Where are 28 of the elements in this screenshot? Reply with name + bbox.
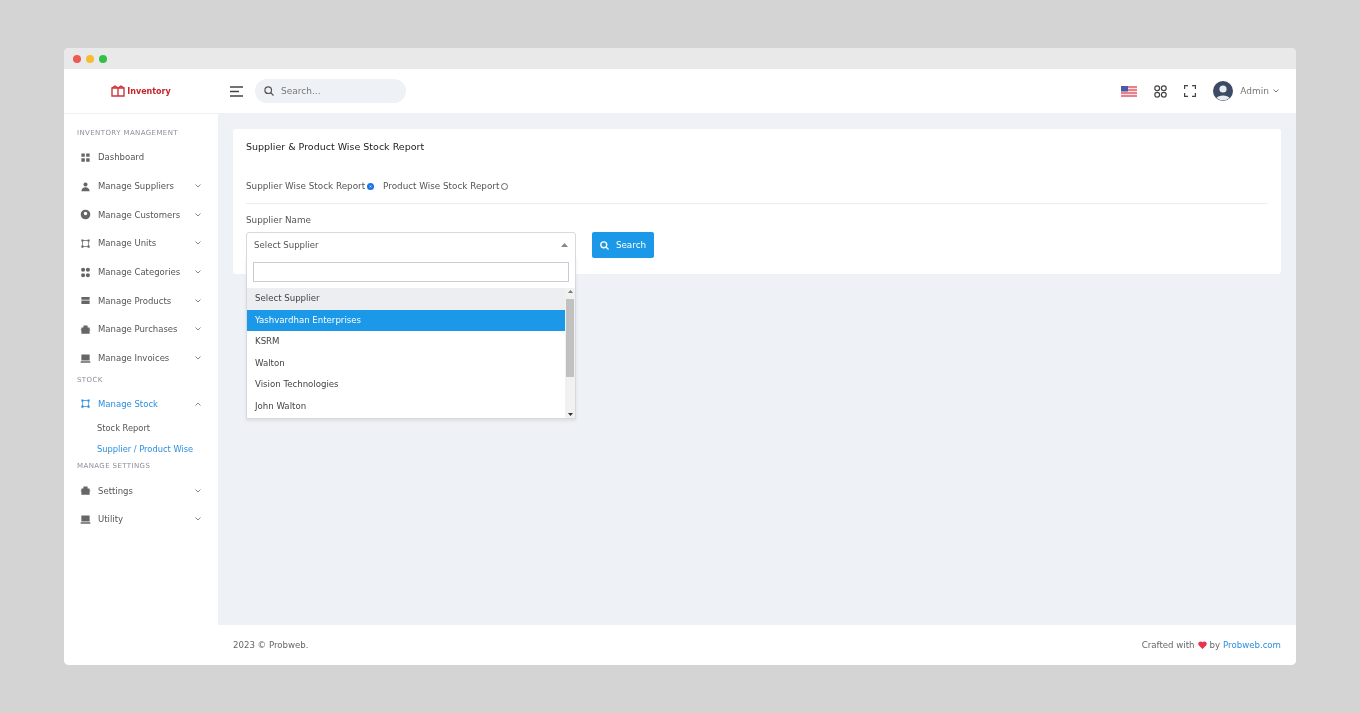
sidebar-item[interactable]: Manage Stock: [77, 389, 203, 419]
search-field[interactable]: Search...: [255, 79, 406, 103]
supplier-select[interactable]: Select Supplier: [246, 232, 576, 257]
sidebar-item[interactable]: Settings: [77, 476, 203, 505]
sidebar-item[interactable]: Utility: [77, 504, 203, 534]
sidebar-item[interactable]: Manage Products: [77, 286, 203, 316]
credit-text: by: [1209, 640, 1221, 650]
dropdown-option[interactable]: Walton: [247, 352, 565, 375]
credit-text: Crafted with: [1141, 640, 1195, 650]
sidebar-item[interactable]: Manage Suppliers: [77, 171, 203, 201]
submenu-item[interactable]: Supplier / Product Wise: [77, 438, 194, 460]
dropdown-option[interactable]: John Walton: [247, 395, 565, 418]
logo-text: Inventory: [127, 86, 171, 96]
field-label: Supplier Name: [246, 215, 312, 225]
card-title: Supplier & Product Wise Stock Report: [246, 141, 426, 152]
sidebar-item[interactable]: Manage Purchases: [77, 315, 203, 344]
sidebar-item[interactable]: Manage Invoices: [77, 343, 203, 373]
submenu-item[interactable]: Stock Report: [77, 418, 151, 439]
dropdown-option[interactable]: Select Supplier: [247, 288, 565, 310]
user-menu[interactable]: Admin: [1240, 86, 1279, 96]
sidebar-item[interactable]: Manage Units: [77, 229, 203, 258]
sidebar-item[interactable]: Manage Customers: [77, 200, 203, 230]
dropdown-option[interactable]: Vision Technologies: [247, 374, 565, 396]
copyright-text: 2023 © Probweb.: [233, 640, 309, 650]
dropdown-option[interactable]: KSRM: [247, 331, 565, 353]
footer-link[interactable]: Probweb.com: [1223, 640, 1281, 650]
sidebar-item[interactable]: Manage Categories: [77, 257, 203, 287]
sidebar-item[interactable]: Dashboard: [77, 143, 203, 172]
